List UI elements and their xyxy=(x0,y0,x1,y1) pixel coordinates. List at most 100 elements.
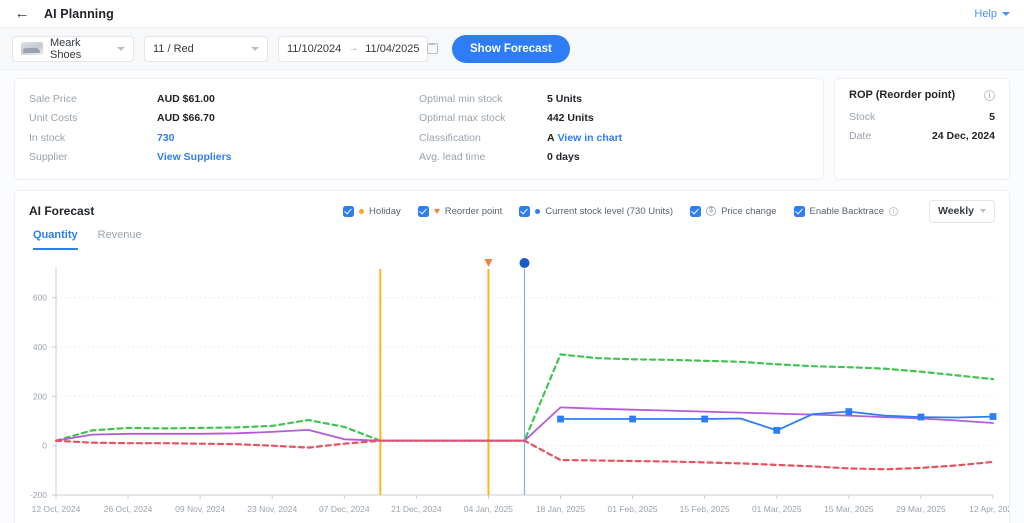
classification-grade: A xyxy=(547,131,555,144)
data-point-marker xyxy=(845,408,853,416)
x-axis-tick-label: 12 Oct, 2024 xyxy=(32,504,81,514)
detail-label: Unit Costs xyxy=(29,112,78,125)
rop-label: Stock xyxy=(849,110,876,123)
date-range-arrow: → xyxy=(348,43,359,54)
detail-label: In stock xyxy=(29,131,66,144)
rop-row: Date 24 Dec, 2024 xyxy=(849,126,995,145)
product-select[interactable]: Meark Shoes xyxy=(12,35,134,62)
details-column-right: Optimal min stock 5 Units Optimal max st… xyxy=(419,89,809,167)
x-axis-tick-label: 01 Mar, 2025 xyxy=(752,504,802,514)
variant-select[interactable]: 11 / Red xyxy=(144,35,268,62)
rop-card-title: ROP (Reorder point) i xyxy=(849,89,995,101)
legend-label: Reorder point xyxy=(444,205,503,217)
chevron-down-icon xyxy=(1002,11,1010,16)
tab-quantity[interactable]: Quantity xyxy=(33,229,78,250)
rop-value: 24 Dec, 2024 xyxy=(931,129,995,142)
legend-label: Holiday xyxy=(369,205,401,217)
granularity-select[interactable]: Weekly xyxy=(929,199,995,223)
detail-label: Avg. lead time xyxy=(419,151,486,164)
show-forecast-button[interactable]: Show Forecast xyxy=(452,34,570,63)
stock-level-dot-icon xyxy=(535,208,541,214)
legend-label: Current stock level (730 Units) xyxy=(545,205,674,217)
help-label: Help xyxy=(974,7,997,20)
y-axis-tick-label: 200 xyxy=(33,391,47,401)
date-from-value: 11/10/2024 xyxy=(287,42,342,55)
view-suppliers-link[interactable]: View Suppliers xyxy=(157,151,232,163)
x-axis-tick-label: 26 Oct, 2024 xyxy=(104,504,153,514)
forecast-tabs: Quantity Revenue xyxy=(15,221,1009,250)
chart-legend-controls: Holiday Reorder point Current stock leve… xyxy=(343,199,995,223)
forecast-title: AI Forecast xyxy=(29,204,95,218)
product-details-card: Sale Price AUD $61.00 Unit Costs AUD $66… xyxy=(14,78,824,180)
data-point-marker xyxy=(989,413,997,420)
rop-label: Date xyxy=(849,129,872,142)
checkbox-checked-icon[interactable] xyxy=(519,205,531,217)
checkbox-checked-icon[interactable] xyxy=(690,205,702,217)
legend-toggle-holiday[interactable]: Holiday xyxy=(343,205,401,217)
date-range-values: 11/10/2024 → 11/04/2025 xyxy=(287,43,420,55)
holiday-dot-icon xyxy=(359,208,365,214)
details-column-left: Sale Price AUD $61.00 Unit Costs AUD $66… xyxy=(29,89,419,167)
x-axis-tick-label: 23 Nov, 2024 xyxy=(247,504,297,514)
rop-card: ROP (Reorder point) i Stock 5 Date 24 De… xyxy=(834,78,1010,180)
detail-row: Optimal max stock 442 Units xyxy=(419,109,809,129)
chevron-down-icon xyxy=(117,46,125,51)
data-point-marker xyxy=(701,415,709,423)
reorder-point-triangle-icon xyxy=(484,259,493,267)
detail-label: Optimal min stock xyxy=(419,92,503,105)
checkbox-checked-icon[interactable] xyxy=(793,205,805,217)
ai-planning-page: ← AI Planning Help Meark Shoes 11 / Red … xyxy=(0,0,1024,523)
x-axis-tick-label: 04 Jan, 2025 xyxy=(464,504,513,514)
date-range-picker[interactable]: 11/10/2024 → 11/04/2025 xyxy=(278,35,438,62)
data-point-marker xyxy=(917,413,925,421)
x-axis-tick-label: 29 Mar, 2025 xyxy=(896,504,946,514)
back-arrow-icon[interactable]: ← xyxy=(14,5,30,22)
forecast-chart: -200 0 200 400 600 12 Oct, 2024 26 Oct, 2024 09… xyxy=(15,253,1009,523)
date-to-value: 11/04/2025 xyxy=(365,42,420,55)
rop-row: Stock 5 xyxy=(849,107,995,126)
detail-row: In stock 730 xyxy=(29,128,419,148)
info-icon[interactable]: i xyxy=(984,89,995,101)
detail-value: AUD $66.70 xyxy=(157,112,215,125)
calendar-icon xyxy=(426,43,438,54)
detail-label: Supplier xyxy=(29,151,68,164)
rop-title-text: ROP (Reorder point) xyxy=(849,89,956,101)
legend-label: Price change xyxy=(721,205,777,217)
detail-value: 0 days xyxy=(547,151,580,164)
detail-row: Unit Costs AUD $66.70 xyxy=(29,109,419,129)
classification-value[interactable]: A View in chart xyxy=(547,132,622,144)
page-title: AI Planning xyxy=(44,6,114,21)
current-stock-level-dot-icon xyxy=(519,258,530,268)
in-stock-link[interactable]: 730 xyxy=(157,132,175,144)
x-axis-tick-label: 12 Apr, 2025 xyxy=(969,504,1009,514)
variant-select-value: 11 / Red xyxy=(153,42,194,55)
detail-row: Supplier View Suppliers xyxy=(29,148,419,168)
legend-toggle-current-stock-level[interactable]: Current stock level (730 Units) xyxy=(519,205,674,217)
price-change-icon: $ xyxy=(706,206,717,216)
detail-row: Classification A View in chart xyxy=(419,128,809,148)
info-icon[interactable]: i xyxy=(889,206,898,216)
x-axis-tick-label: 15 Mar, 2025 xyxy=(824,504,874,514)
detail-label: Sale Price xyxy=(29,92,77,105)
forecast-chart-svg[interactable]: -200 0 200 400 600 12 Oct, 2024 26 Oct, 2024 09… xyxy=(15,253,1009,523)
tab-revenue[interactable]: Revenue xyxy=(98,229,142,250)
forecast-panel-header: AI Forecast Holiday Reorder point Curren… xyxy=(15,191,1009,223)
y-axis-tick-label: 400 xyxy=(33,342,47,352)
detail-label: Optimal max stock xyxy=(419,112,506,125)
help-menu[interactable]: Help xyxy=(974,8,1010,20)
granularity-value: Weekly xyxy=(938,205,974,217)
detail-label: Classification xyxy=(419,131,481,144)
checkbox-checked-icon[interactable] xyxy=(343,205,355,217)
legend-toggle-price-change[interactable]: $ Price change xyxy=(690,205,777,217)
ai-forecast-panel: AI Forecast Holiday Reorder point Curren… xyxy=(14,190,1010,523)
legend-toggle-reorder-point[interactable]: Reorder point xyxy=(417,205,503,217)
y-axis-tick-label: -200 xyxy=(30,490,47,500)
y-axis-tick-label: 0 xyxy=(42,441,47,451)
detail-row: Optimal min stock 5 Units xyxy=(419,89,809,109)
chevron-down-icon xyxy=(251,46,259,51)
legend-toggle-enable-backtrace[interactable]: Enable Backtrace i xyxy=(793,205,898,217)
chevron-down-icon xyxy=(980,209,986,213)
y-axis-tick-label: 600 xyxy=(33,293,47,303)
checkbox-checked-icon[interactable] xyxy=(417,205,429,217)
view-in-chart-link[interactable]: View in chart xyxy=(558,132,623,144)
